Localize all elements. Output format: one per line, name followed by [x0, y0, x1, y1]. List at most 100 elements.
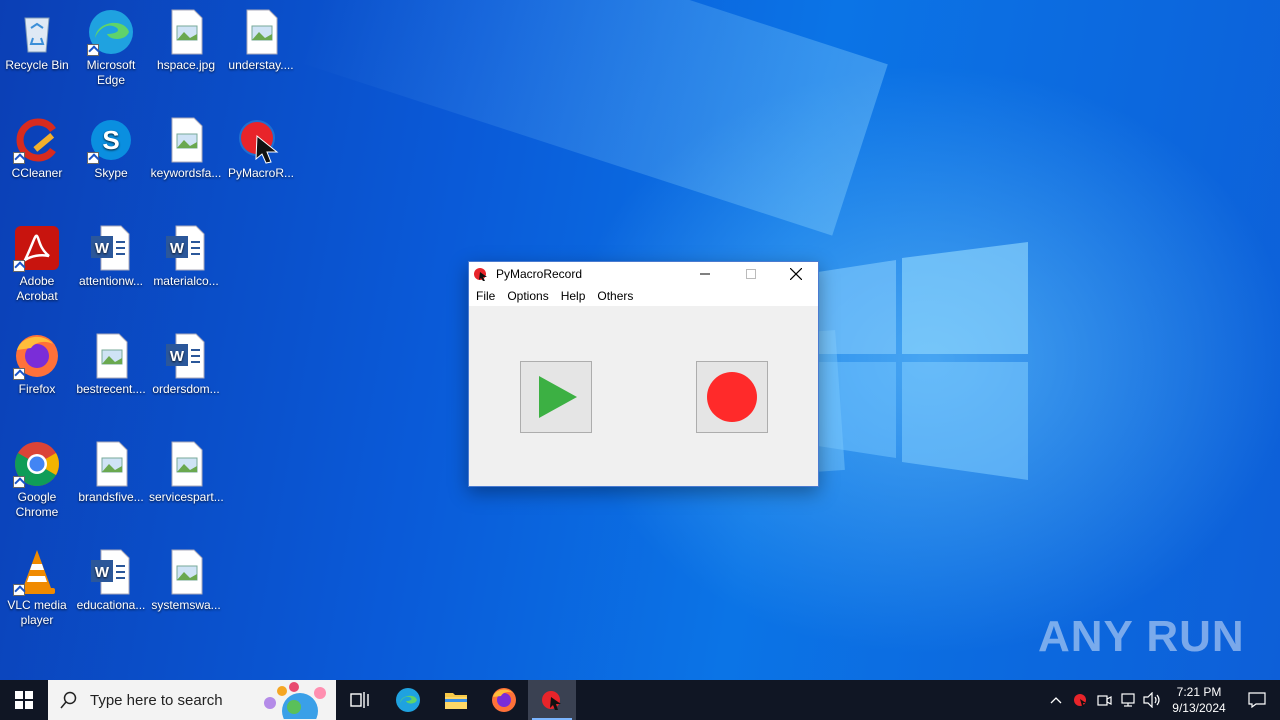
- firefox-icon: [492, 688, 516, 712]
- svg-text:S: S: [102, 125, 119, 155]
- pymacrorecord-icon: [237, 116, 285, 164]
- light-beam: [299, 0, 888, 236]
- desktop-icon[interactable]: Microsoft Edge: [74, 2, 148, 88]
- desktop-icon[interactable]: hspace.jpg: [149, 2, 223, 73]
- desktop-icon-label: CCleaner: [11, 166, 63, 180]
- tray-meet-now[interactable]: [1092, 680, 1116, 720]
- word-doc-icon: W: [162, 224, 210, 272]
- window-body: [469, 306, 818, 486]
- taskbar-pymacrorecord[interactable]: [528, 680, 576, 720]
- desktop-icon[interactable]: Recycle Bin: [0, 2, 74, 73]
- desktop-icon[interactable]: CCleaner: [0, 110, 74, 181]
- desktop-icon-label: Recycle Bin: [5, 58, 69, 72]
- play-button[interactable]: [520, 361, 592, 433]
- desktop-icon[interactable]: Google Chrome: [0, 434, 74, 520]
- menu-file[interactable]: File: [470, 289, 501, 303]
- desktop-icon[interactable]: S Skype: [74, 110, 148, 181]
- desktop-icon[interactable]: Wordersdom...: [149, 326, 223, 397]
- desktop-icon[interactable]: Weducationa...: [74, 542, 148, 613]
- chrome-icon: [13, 440, 61, 488]
- edge-icon: [87, 8, 135, 56]
- svg-text:W: W: [95, 564, 110, 581]
- desktop-icon[interactable]: Wmaterialco...: [149, 218, 223, 289]
- image-file-icon: [162, 548, 210, 596]
- taskbar-edge[interactable]: [384, 680, 432, 720]
- windows-logo-wallpaper: [818, 242, 1028, 480]
- desktop-icon[interactable]: brandsfive...: [74, 434, 148, 505]
- show-hidden-icons-button[interactable]: [1044, 680, 1068, 720]
- pymacrorecord-window[interactable]: PyMacroRecord File Options Help Others: [468, 261, 819, 487]
- desktop-icon-label: bestrecent....: [76, 382, 146, 396]
- maximize-button[interactable]: [728, 262, 774, 286]
- svg-text:W: W: [95, 240, 110, 257]
- desktop-icon-label: Skype: [94, 166, 128, 180]
- desktop-icon-label: VLC media player: [7, 598, 67, 627]
- word-doc-icon: W: [162, 332, 210, 380]
- word-doc-icon: W: [87, 548, 135, 596]
- action-center-button[interactable]: [1234, 680, 1280, 720]
- desktop-icon[interactable]: VLC media player: [0, 542, 74, 628]
- clock-time: 7:21 PM: [1176, 685, 1222, 699]
- shortcut-arrow-icon: [13, 584, 25, 596]
- search-highlight-illustration-icon: [264, 682, 326, 719]
- image-file-icon: [162, 440, 210, 488]
- desktop-icon[interactable]: systemswa...: [149, 542, 223, 613]
- desktop-icon-label: ordersdom...: [152, 382, 220, 396]
- desktop-icon[interactable]: bestrecent....: [74, 326, 148, 397]
- recycle-bin-icon: [13, 8, 61, 56]
- record-button[interactable]: [696, 361, 768, 433]
- camera-icon: [1097, 695, 1112, 706]
- pymacrorecord-icon: [474, 268, 487, 281]
- anyrun-watermark: ANY RUN: [1038, 612, 1245, 661]
- ccleaner-icon: [13, 116, 61, 164]
- desktop-icon[interactable]: PyMacroR...: [224, 110, 298, 181]
- close-button[interactable]: [773, 262, 819, 286]
- shortcut-arrow-icon: [87, 152, 99, 164]
- network-icon: [1121, 693, 1135, 707]
- desktop-icon[interactable]: Wattentionw...: [74, 218, 148, 289]
- windows-start-icon: [15, 691, 33, 709]
- shortcut-arrow-icon: [87, 44, 99, 56]
- minimize-button[interactable]: [682, 262, 728, 286]
- start-button[interactable]: [0, 680, 48, 720]
- menu-options[interactable]: Options: [501, 289, 554, 303]
- taskbar-clock[interactable]: 7:21 PM 9/13/2024: [1164, 684, 1234, 716]
- desktop-icon-label: hspace.jpg: [156, 58, 216, 72]
- menu-bar: File Options Help Others: [469, 286, 818, 306]
- taskbar: Type here to search 7:21 PM 9/13/2024: [0, 680, 1280, 720]
- desktop-icon-label: Google Chrome: [15, 490, 59, 519]
- shortcut-arrow-icon: [13, 368, 25, 380]
- desktop-icon[interactable]: Adobe Acrobat: [0, 218, 74, 304]
- pymacrorecord-tray-icon: [1074, 694, 1086, 707]
- desktop-icon-label: materialco...: [153, 274, 219, 288]
- notification-icon: [1248, 692, 1266, 708]
- desktop-icon-label: Microsoft Edge: [86, 58, 136, 87]
- desktop-icon-label: brandsfive...: [78, 490, 144, 504]
- tray-pymacrorecord[interactable]: [1068, 680, 1092, 720]
- desktop-icon[interactable]: keywordsfa...: [149, 110, 223, 181]
- window-titlebar[interactable]: PyMacroRecord: [469, 262, 818, 286]
- taskbar-file-explorer[interactable]: [432, 680, 480, 720]
- desktop-icon[interactable]: understay....: [224, 2, 298, 73]
- desktop-icon-label: servicespart...: [149, 490, 224, 504]
- search-placeholder: Type here to search: [90, 691, 223, 709]
- chevron-up-icon: [1050, 697, 1062, 704]
- task-view-icon: [350, 692, 369, 708]
- tray-network[interactable]: [1116, 680, 1140, 720]
- maximize-icon: [746, 269, 756, 279]
- svg-text:W: W: [170, 348, 185, 365]
- taskbar-firefox[interactable]: [480, 680, 528, 720]
- desktop-icon-label: Adobe Acrobat: [16, 274, 58, 303]
- task-view-button[interactable]: [336, 680, 384, 720]
- menu-help[interactable]: Help: [555, 289, 592, 303]
- taskbar-search-box[interactable]: Type here to search: [48, 680, 336, 720]
- desktop-icon[interactable]: Firefox: [0, 326, 74, 397]
- desktop-icon[interactable]: servicespart...: [149, 434, 224, 505]
- desktop-icon-label: Firefox: [18, 382, 56, 396]
- close-icon: [790, 268, 802, 280]
- image-file-icon: [162, 8, 210, 56]
- window-title: PyMacroRecord: [496, 267, 583, 281]
- menu-others[interactable]: Others: [591, 289, 639, 303]
- tray-volume[interactable]: [1140, 680, 1164, 720]
- folder-icon: [445, 693, 467, 709]
